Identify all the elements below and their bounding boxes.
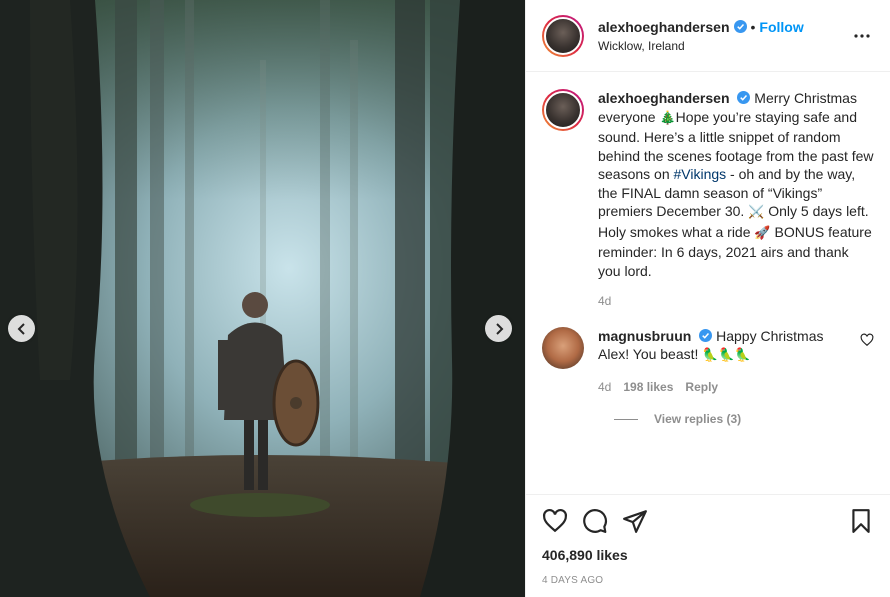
comment-text: magnusbruun Happy Christmas Alex! You be…: [598, 327, 852, 366]
divider-line: [614, 418, 638, 420]
comment-item: magnusbruun Happy Christmas Alex! You be…: [542, 326, 874, 397]
save-button[interactable]: [834, 501, 874, 541]
next-slide-button[interactable]: [485, 315, 512, 342]
christmas-tree-emoji: 🎄: [659, 110, 676, 126]
commenter-username[interactable]: magnusbruun: [598, 328, 691, 344]
reply-button[interactable]: Reply: [685, 378, 718, 397]
action-bar: [542, 495, 874, 547]
forest-photo: [0, 0, 525, 597]
author-avatar[interactable]: [542, 14, 584, 57]
post-location[interactable]: Wicklow, Ireland: [598, 39, 850, 53]
more-options-button[interactable]: [850, 24, 874, 48]
instagram-post: alexhoeghandersen • Follow Wicklow, Irel…: [0, 0, 890, 597]
hashtag-link[interactable]: #Vikings: [674, 166, 727, 182]
heart-icon: [543, 508, 567, 533]
likes-count[interactable]: 406,890 likes: [542, 547, 874, 563]
comment-likes[interactable]: 198 likes: [623, 378, 673, 397]
post-side-panel: alexhoeghandersen • Follow Wicklow, Irel…: [525, 0, 890, 597]
comments-list[interactable]: alexhoeghandersen Merry Christmas everyo…: [526, 73, 890, 493]
verified-badge-icon: [699, 328, 713, 342]
post-actions-section: 406,890 likes 4 DAYS AGO: [526, 494, 890, 597]
chevron-left-icon: [17, 322, 25, 335]
comment-age[interactable]: 4d: [598, 378, 611, 397]
post-timestamp[interactable]: 4 DAYS AGO: [542, 575, 874, 586]
view-replies-label: View replies (3): [654, 412, 742, 426]
follow-button[interactable]: Follow: [759, 19, 803, 35]
commenter-avatar[interactable]: [542, 326, 584, 369]
rocket-emoji: 🚀: [754, 225, 771, 241]
verified-badge-icon: [733, 20, 747, 33]
post-media[interactable]: [0, 0, 525, 597]
separator-dot: •: [750, 18, 756, 35]
crossed-swords-emoji: ⚔️: [748, 205, 765, 220]
previous-slide-button[interactable]: [8, 315, 35, 342]
more-options-icon: [854, 33, 870, 38]
caption-username[interactable]: alexhoeghandersen: [598, 90, 730, 106]
caption-text: alexhoeghandersen Merry Christmas everyo…: [598, 89, 874, 280]
bookmark-icon: [852, 509, 870, 533]
like-button[interactable]: [542, 501, 582, 541]
chevron-right-icon: [495, 322, 503, 335]
paper-plane-icon: [623, 510, 647, 533]
comment-button[interactable]: [582, 501, 622, 541]
author-username[interactable]: alexhoeghandersen: [598, 19, 730, 35]
view-replies-button[interactable]: View replies (3): [614, 412, 874, 426]
comment-like-heart-icon[interactable]: [860, 333, 874, 347]
comment-icon: [583, 509, 607, 533]
verified-badge-icon: [737, 91, 751, 104]
share-button[interactable]: [622, 501, 662, 541]
caption-author-avatar[interactable]: [542, 89, 584, 131]
parrot-emojis: 🦜🦜🦜: [702, 348, 751, 363]
caption: alexhoeghandersen Merry Christmas everyo…: [542, 89, 874, 311]
caption-age[interactable]: 4d: [598, 292, 611, 311]
post-header: alexhoeghandersen • Follow Wicklow, Irel…: [526, 0, 890, 72]
